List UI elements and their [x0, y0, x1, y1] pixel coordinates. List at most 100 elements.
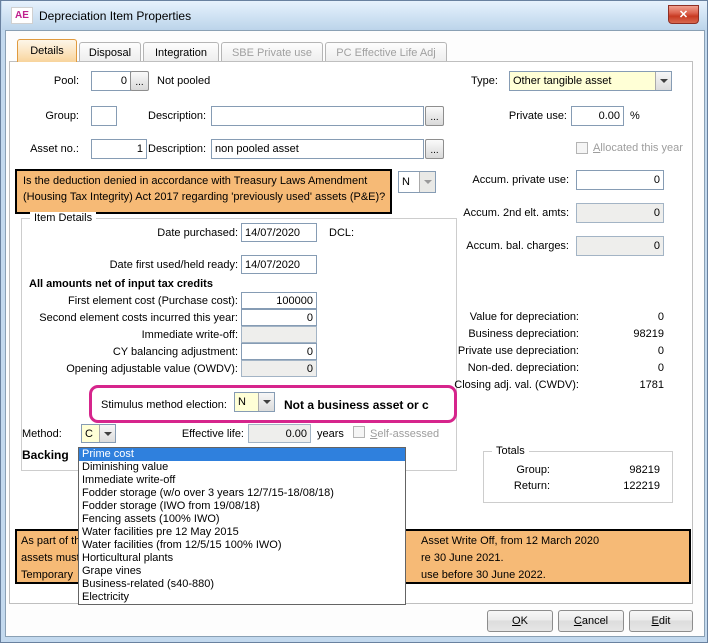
- totals-title: Totals: [492, 445, 529, 457]
- non-ded-depreciation-label: Non-ded. depreciation:: [421, 362, 579, 374]
- allocated-this-year-label: Allocated this year: [593, 142, 683, 154]
- list-item[interactable]: Water facilities pre 12 May 2015: [79, 526, 405, 539]
- years-label: years: [317, 428, 344, 440]
- asset-no-field[interactable]: 1: [91, 139, 147, 159]
- close-icon[interactable]: ✕: [668, 5, 699, 24]
- type-dropdown[interactable]: Other tangible asset: [509, 71, 672, 91]
- tab-integration[interactable]: Integration: [143, 42, 219, 62]
- app-icon: AE: [11, 7, 33, 24]
- dialog-window: AE Depreciation Item Properties ✕ Detail…: [0, 0, 708, 643]
- group-field[interactable]: [91, 106, 117, 126]
- date-purchased-label: Date purchased:: [81, 227, 238, 239]
- business-depreciation-label: Business depreciation:: [421, 328, 579, 340]
- first-element-cost-field[interactable]: 100000: [241, 292, 317, 309]
- owdv-field: 0: [241, 360, 317, 377]
- list-item[interactable]: Electricity: [79, 591, 405, 604]
- accum-bal-charges-field: 0: [576, 236, 664, 256]
- cy-balancing-label: CY balancing adjustment:: [29, 346, 238, 358]
- private-use-field[interactable]: 0.00: [571, 106, 624, 126]
- private-use-depreciation-value: 0: [589, 345, 664, 357]
- accum-private-use-label: Accum. private use:: [431, 174, 569, 186]
- value-for-depreciation-label: Value for depreciation:: [421, 311, 579, 323]
- backing-text-fragment: Backing: [22, 448, 69, 462]
- non-ded-depreciation-value: 0: [589, 362, 664, 374]
- method-label: Method:: [22, 428, 62, 440]
- self-assessed-checkbox: [353, 426, 365, 438]
- tab-details[interactable]: Details: [17, 39, 77, 62]
- date-purchased-field[interactable]: 14/07/2020: [241, 223, 317, 242]
- treasury-question-box: Is the deduction denied in accordance wi…: [15, 169, 392, 214]
- owdv-label: Opening adjustable value (OWDV):: [29, 363, 238, 375]
- business-depreciation-value: 98219: [589, 328, 664, 340]
- private-use-label: Private use:: [491, 110, 567, 122]
- net-of-tax-note: All amounts net of input tax credits: [29, 278, 213, 290]
- item-details-title: Item Details: [30, 212, 96, 224]
- tab-disposal[interactable]: Disposal: [79, 42, 141, 62]
- pool-browse-button[interactable]: ...: [130, 71, 149, 91]
- list-item[interactable]: Horticultural plants: [79, 552, 405, 565]
- ok-button[interactable]: OK: [487, 610, 553, 632]
- list-item[interactable]: Water facilities (from 12/5/15 100% IWO): [79, 539, 405, 552]
- list-item[interactable]: Fodder storage (IWO from 19/08/18): [79, 500, 405, 513]
- effective-life-label: Effective life:: [166, 428, 244, 440]
- notice-left-line2: assets must: [21, 552, 80, 564]
- totals-group-value: 98219: [564, 464, 660, 476]
- notice-right-line3: use before 30 June 2022.: [421, 569, 546, 581]
- treasury-question-line1: Is the deduction denied in accordance wi…: [23, 175, 384, 187]
- title-bar[interactable]: AE Depreciation Item Properties ✕: [2, 1, 708, 30]
- value-for-depreciation-value: 0: [589, 311, 664, 323]
- list-item[interactable]: Diminishing value: [79, 461, 405, 474]
- second-element-costs-label: Second element costs incurred this year:: [29, 312, 238, 324]
- date-first-used-label: Date first used/held ready:: [81, 259, 238, 271]
- notice-left-line1: As part of th: [21, 535, 80, 547]
- private-use-depreciation-label: Private use depreciation:: [421, 345, 579, 357]
- chevron-down-icon: [104, 432, 112, 436]
- asset-description-label: Description:: [148, 143, 206, 155]
- cancel-button[interactable]: Cancel: [558, 610, 624, 632]
- list-item[interactable]: Business-related (s40-880): [79, 578, 405, 591]
- notice-right-line1: Asset Write Off, from 12 March 2020: [421, 535, 599, 547]
- effective-life-field: 0.00: [248, 424, 311, 443]
- edit-button[interactable]: Edit: [629, 610, 693, 632]
- totals-group-label: Group:: [498, 464, 550, 476]
- asset-description-browse-button[interactable]: ...: [425, 139, 444, 159]
- percent-label: %: [630, 110, 640, 122]
- group-description-browse-button[interactable]: ...: [425, 106, 444, 126]
- list-item[interactable]: Prime cost: [79, 448, 405, 461]
- method-dropdown-list: Prime cost Diminishing value Immediate w…: [78, 447, 406, 605]
- stimulus-label: Stimulus method election:: [101, 399, 227, 411]
- list-item[interactable]: Grape vines: [79, 565, 405, 578]
- immediate-write-off-label: Immediate write-off:: [29, 329, 238, 341]
- asset-description-field[interactable]: non pooled asset: [211, 139, 424, 159]
- tab-pc-effective-life-adj: PC Effective Life Adj: [325, 42, 447, 62]
- pool-label: Pool:: [15, 75, 79, 87]
- list-item[interactable]: Fencing assets (100% IWO): [79, 513, 405, 526]
- totals-groupbox: Totals Group: 98219 Return: 122219: [483, 451, 673, 503]
- accum-private-use-field[interactable]: 0: [576, 170, 664, 190]
- list-item[interactable]: Immediate write-off: [79, 474, 405, 487]
- allocated-this-year-checkbox: [576, 142, 588, 154]
- totals-return-label: Return:: [498, 480, 550, 492]
- type-label: Type:: [471, 75, 498, 87]
- second-element-costs-field[interactable]: 0: [241, 309, 317, 326]
- group-description-field[interactable]: [211, 106, 424, 126]
- chevron-down-icon: [660, 79, 668, 83]
- pool-field[interactable]: 0: [91, 71, 131, 91]
- stimulus-dropdown[interactable]: N: [234, 392, 275, 412]
- date-first-used-field[interactable]: 14/07/2020: [241, 255, 317, 274]
- notice-right-line2: re 30 June 2021.: [421, 552, 504, 564]
- accum-2nd-elt-field: 0: [576, 203, 664, 223]
- cy-balancing-field[interactable]: 0: [241, 343, 317, 360]
- treasury-question-line2: (Housing Tax Integrity) Act 2017 regardi…: [23, 191, 384, 203]
- immediate-write-off-field: [241, 326, 317, 343]
- tab-sbe-private-use: SBE Private use: [221, 42, 323, 62]
- chevron-down-icon: [263, 400, 271, 404]
- list-item[interactable]: Fodder storage (w/o over 3 years 12/7/15…: [79, 487, 405, 500]
- self-assessed-label: Self-assessed: [370, 428, 439, 440]
- pool-status: Not pooled: [157, 75, 210, 87]
- method-dropdown[interactable]: C: [81, 424, 116, 443]
- dcl-label: DCL:: [329, 227, 354, 239]
- window-title: Depreciation Item Properties: [39, 9, 191, 23]
- asset-no-label: Asset no.:: [15, 143, 79, 155]
- totals-return-value: 122219: [564, 480, 660, 492]
